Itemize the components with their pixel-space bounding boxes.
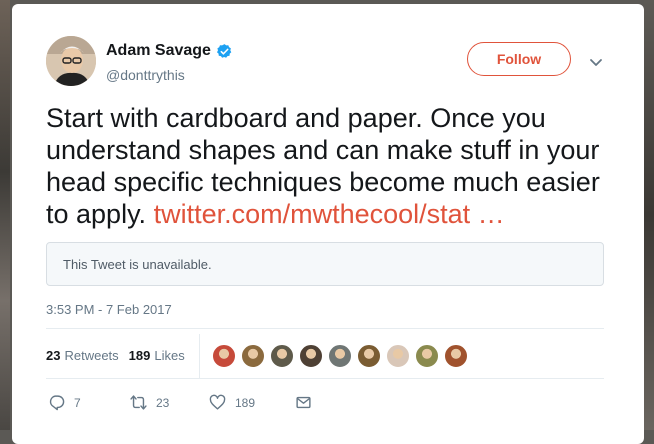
tweet-card: Adam Savage @donttrythis Follow Start wi… — [12, 4, 644, 444]
direct-message-button[interactable] — [295, 394, 321, 411]
tweet-timestamp[interactable]: 3:53 PM - 7 Feb 2017 — [46, 302, 172, 317]
liker-avatar[interactable] — [415, 344, 439, 368]
author-name-row: Adam Savage — [106, 42, 233, 60]
liker-avatar[interactable] — [212, 344, 236, 368]
author-handle[interactable]: @donttrythis — [106, 67, 185, 83]
liker-avatar[interactable] — [444, 344, 468, 368]
like-button[interactable]: 189 — [209, 394, 295, 411]
retweets-stat[interactable]: 23 Retweets — [46, 348, 119, 363]
liker-avatar[interactable] — [241, 344, 265, 368]
liker-avatar[interactable] — [328, 344, 352, 368]
tweet-text: Start with cardboard and paper. Once you… — [46, 102, 626, 230]
liker-avatar[interactable] — [270, 344, 294, 368]
retweets-count: 23 — [46, 348, 61, 363]
quoted-tweet-text: This Tweet is unavailable. — [63, 256, 212, 272]
liker-avatar[interactable] — [299, 344, 323, 368]
divider-bottom — [46, 378, 604, 379]
author-name[interactable]: Adam Savage — [106, 42, 211, 60]
chevron-down-icon[interactable] — [588, 54, 604, 70]
engagement-stats: 23 Retweets 189 Likes — [46, 348, 195, 363]
verified-icon — [216, 43, 232, 58]
reply-button[interactable]: 7 — [48, 394, 130, 411]
retweet-button[interactable]: 23 — [130, 394, 209, 411]
likes-stat[interactable]: 189 Likes — [129, 348, 185, 363]
tweet-link[interactable]: twitter.com/mwthecool/stat … — [154, 199, 505, 229]
likes-count: 189 — [128, 348, 151, 363]
follow-button[interactable]: Follow — [467, 42, 571, 76]
retweet-count: 23 — [156, 395, 170, 410]
quoted-tweet-box: This Tweet is unavailable. — [46, 242, 604, 286]
liker-avatar[interactable] — [386, 344, 410, 368]
reply-icon — [49, 395, 65, 411]
mail-icon — [296, 396, 311, 409]
likes-label: Likes — [154, 348, 185, 363]
background-left — [0, 0, 10, 430]
tweet-actions: 7 23 189 — [48, 394, 321, 411]
retweet-icon — [130, 395, 147, 410]
stats-separator — [199, 334, 200, 378]
liker-avatar[interactable] — [357, 344, 381, 368]
heart-icon — [209, 394, 226, 410]
like-count: 189 — [235, 395, 256, 410]
reply-count: 7 — [74, 395, 81, 410]
divider-top — [46, 328, 604, 329]
author-avatar[interactable] — [46, 36, 96, 86]
liker-avatars — [212, 344, 473, 368]
background-right — [644, 0, 654, 430]
retweets-label: Retweets — [64, 348, 119, 363]
